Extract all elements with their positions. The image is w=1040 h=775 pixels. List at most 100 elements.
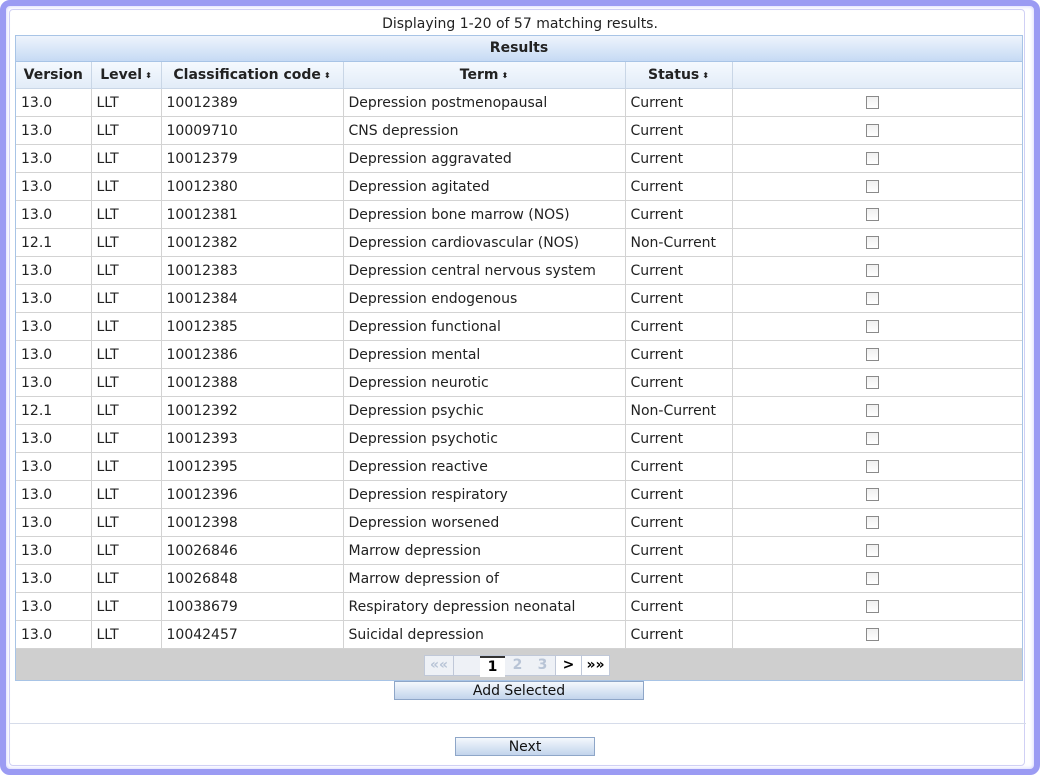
term-cell: Depression bone marrow (NOS) [343,200,626,229]
last-page-button[interactable]: »» [581,656,609,675]
version-cell: 13.0 [16,620,92,649]
results-title: Results [16,36,1022,62]
row-checkbox[interactable] [865,600,879,613]
prev-page-button[interactable] [453,656,480,675]
term-cell: Depression functional [343,312,626,341]
table-row: 13.0 LLT 10026846 Marrow depression Current [16,536,1022,565]
page-2-button[interactable]: 2 [505,656,530,675]
version-cell: 12.1 [16,396,92,425]
status-cell: Current [625,592,733,621]
status-cell: Current [625,144,733,173]
term-cell: Depression respiratory [343,480,626,509]
row-checkbox[interactable] [865,152,879,165]
row-checkbox[interactable] [865,236,879,249]
col-level[interactable]: Level ⬍ [91,62,162,89]
status-cell: Current [625,424,733,453]
select-cell [732,256,1022,285]
select-cell [732,452,1022,481]
select-cell [732,200,1022,229]
row-checkbox[interactable] [865,488,879,501]
term-cell: Depression cardiovascular (NOS) [343,228,626,257]
page-1-button[interactable]: 1 [480,656,505,677]
version-cell: 13.0 [16,200,92,229]
version-cell: 13.0 [16,508,92,537]
row-checkbox[interactable] [865,404,879,417]
version-cell: 13.0 [16,368,92,397]
col-classification-code[interactable]: Classification code ⬍ [161,62,344,89]
level-cell: LLT [91,368,162,397]
page-3-button[interactable]: 3 [530,656,555,675]
row-checkbox[interactable] [865,516,879,529]
row-checkbox[interactable] [865,544,879,557]
table-row: 13.0 LLT 10012395 Depression reactive Curren… [16,452,1022,481]
status-cell: Current [625,172,733,201]
header-row: Version Level ⬍ Classification code ⬍ Term… [16,62,1022,89]
code-cell: 10012395 [161,452,344,481]
status-cell: Current [625,620,733,649]
version-cell: 13.0 [16,340,92,369]
table-row: 13.0 LLT 10012384 Depression endogenous Curr… [16,284,1022,313]
table-row: 13.0 LLT 10012380 Depression agitated Curren… [16,172,1022,201]
select-cell [732,228,1022,257]
row-checkbox[interactable] [865,96,879,109]
select-cell [732,480,1022,509]
level-cell: LLT [91,144,162,173]
code-cell: 10012393 [161,424,344,453]
status-cell: Current [625,116,733,145]
next-button[interactable]: Next [455,737,595,756]
row-checkbox[interactable] [865,432,879,445]
code-cell: 10038679 [161,592,344,621]
sort-icon: ⬍ [145,70,152,80]
col-status[interactable]: Status ⬍ [625,62,733,89]
row-checkbox[interactable] [865,180,879,193]
level-cell: LLT [91,452,162,481]
select-cell [732,340,1022,369]
level-cell: LLT [91,172,162,201]
table-row: 12.1 LLT 10012382 Depression cardiovascular… [16,228,1022,257]
code-cell: 10012389 [161,88,344,117]
row-checkbox[interactable] [865,264,879,277]
term-cell: Marrow depression of [343,564,626,593]
version-cell: 13.0 [16,172,92,201]
row-checkbox[interactable] [865,628,879,641]
row-checkbox[interactable] [865,460,879,473]
version-cell: 13.0 [16,88,92,117]
level-cell: LLT [91,200,162,229]
select-cell [732,116,1022,145]
version-cell: 13.0 [16,536,92,565]
first-page-button[interactable]: «« [425,656,453,675]
term-cell: Depression reactive [343,452,626,481]
level-cell: LLT [91,228,162,257]
version-cell: 13.0 [16,424,92,453]
table-row: 13.0 LLT 10012385 Depression functional Curr… [16,312,1022,341]
status-cell: Current [625,480,733,509]
col-term[interactable]: Term ⬍ [343,62,626,89]
next-page-button[interactable]: > [555,656,581,675]
row-checkbox[interactable] [865,376,879,389]
row-checkbox[interactable] [865,208,879,221]
term-cell: Depression psychotic [343,424,626,453]
sort-icon: ⬍ [501,70,509,80]
term-cell: Respiratory depression neonatal [343,592,626,621]
status-cell: Current [625,536,733,565]
code-cell: 10012382 [161,228,344,257]
term-cell: Depression mental [343,340,626,369]
code-cell: 10012379 [161,144,344,173]
code-cell: 10012392 [161,396,344,425]
level-cell: LLT [91,284,162,313]
table-row: 13.0 LLT 10012381 Depression bone marrow (N… [16,200,1022,229]
level-cell: LLT [91,564,162,593]
row-checkbox[interactable] [865,572,879,585]
row-checkbox[interactable] [865,348,879,361]
sort-icon: ⬍ [702,70,709,80]
select-cell [732,620,1022,649]
pager-bar: «« 1 2 3 > »» [16,649,1022,680]
add-selected-button[interactable]: Add Selected [394,681,644,700]
row-checkbox[interactable] [865,292,879,305]
table-row: 13.0 LLT 10009710 CNS depression Current [16,116,1022,145]
table-row: 13.0 LLT 10012379 Depression aggravated Curr… [16,144,1022,173]
term-cell: Depression psychic [343,396,626,425]
row-checkbox[interactable] [865,320,879,333]
row-checkbox[interactable] [865,124,879,137]
version-cell: 13.0 [16,564,92,593]
